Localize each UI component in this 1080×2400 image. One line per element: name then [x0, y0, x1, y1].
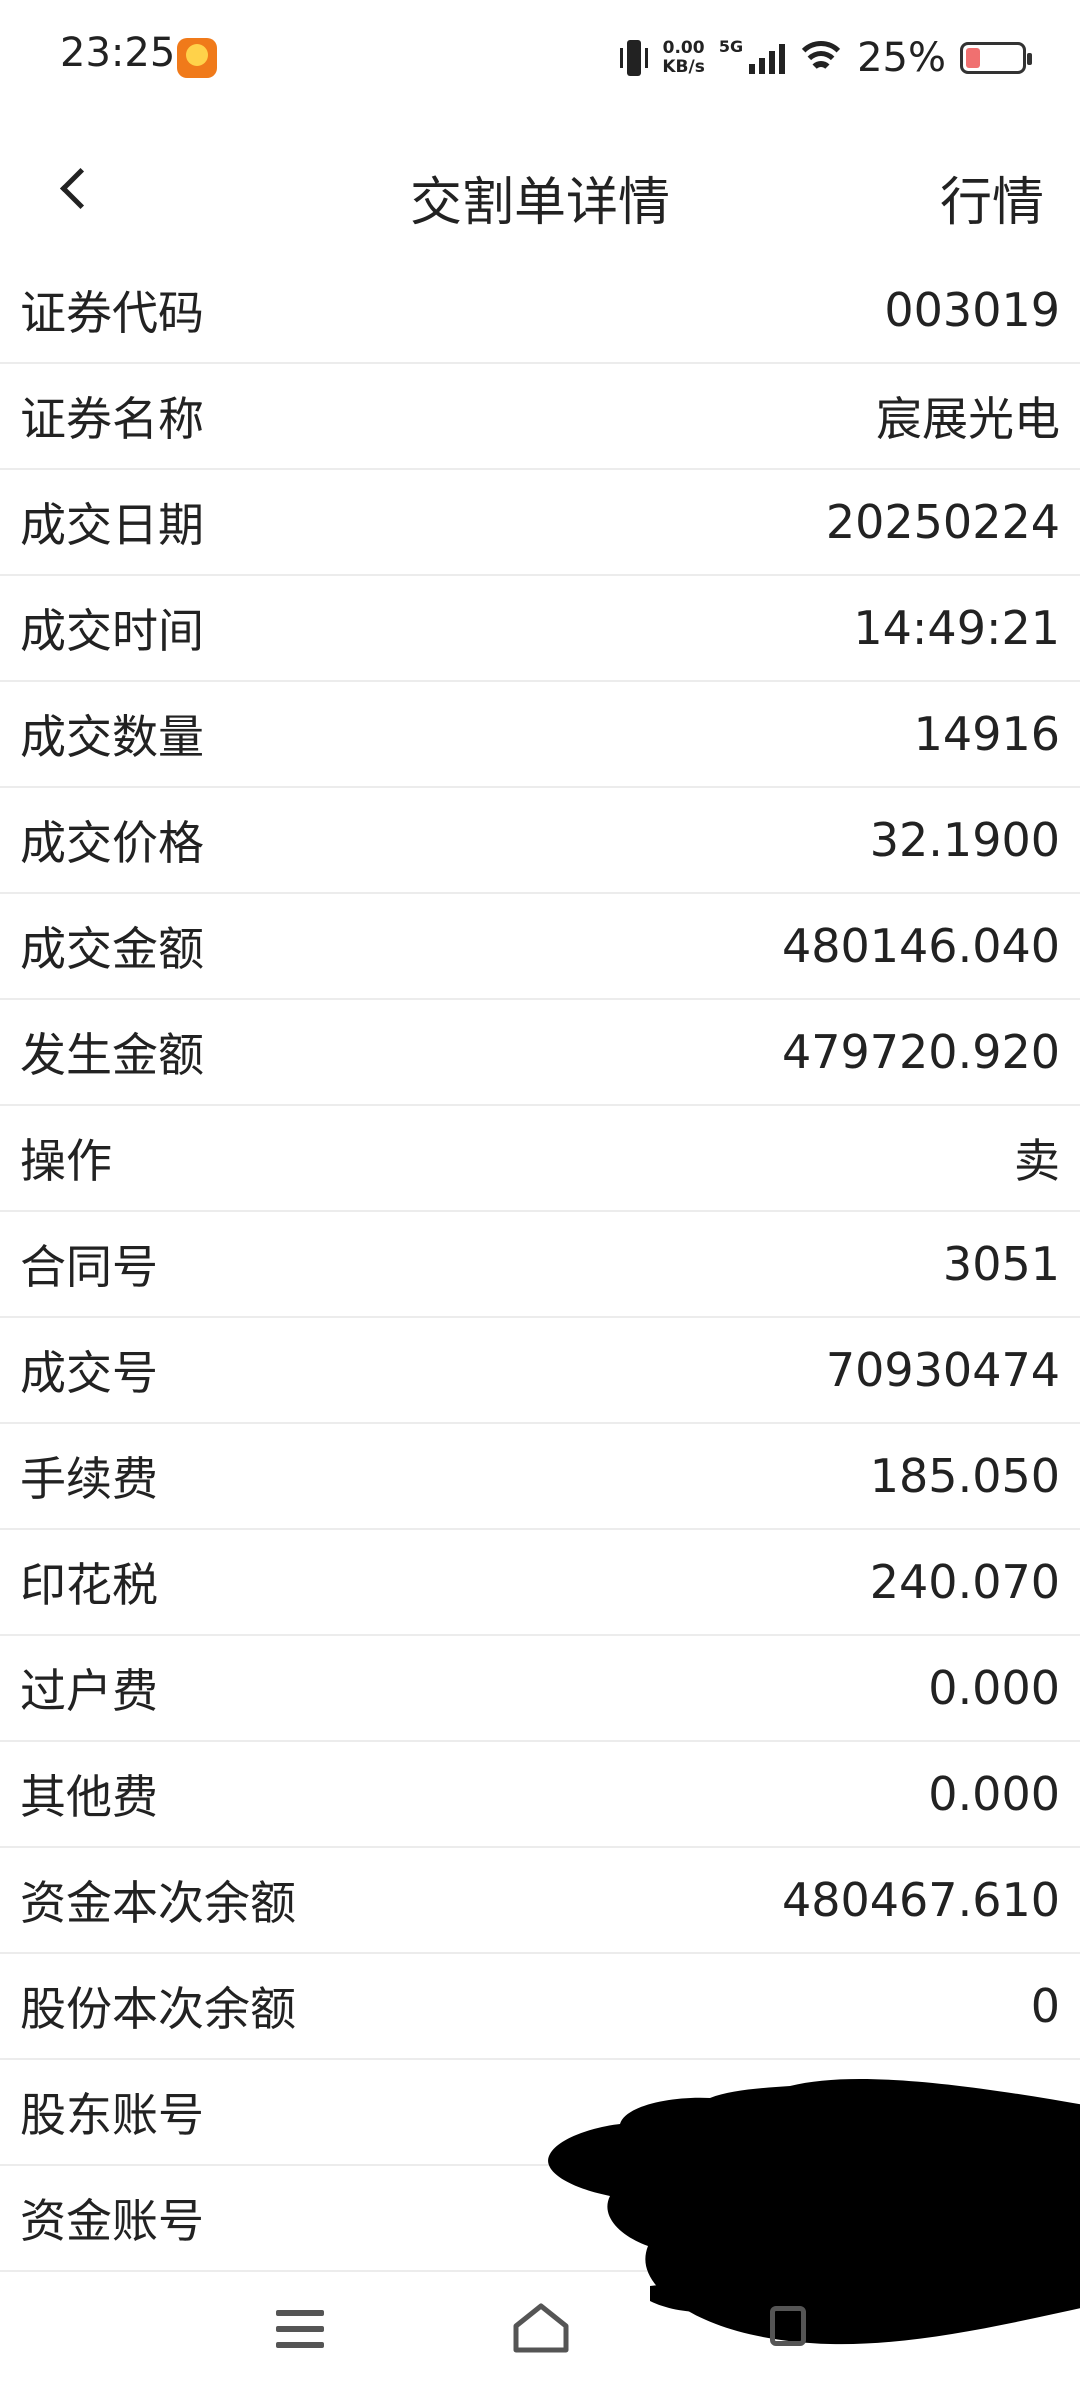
- vibrate-icon: [620, 38, 649, 78]
- detail-row: 其他费 0.000: [0, 1742, 1080, 1848]
- battery-icon: [960, 42, 1032, 74]
- net-speed-unit: KB/s: [662, 57, 705, 77]
- detail-label: 过户费: [20, 1664, 158, 1718]
- detail-value: 0.000: [928, 1767, 1060, 1821]
- battery-fill: [966, 48, 980, 68]
- page-header: 交割单详情 行情: [0, 130, 1080, 250]
- menu-icon[interactable]: [276, 2310, 324, 2350]
- trade-detail-list: 证券代码 003019 证券名称 宸展光电成交日期 20250224 成交时间 14:49:…: [0, 258, 1080, 2272]
- detail-value: 480467.610: [781, 1873, 1060, 1927]
- detail-label: 合同号: [20, 1240, 158, 1294]
- market-quote-link[interactable]: 行情: [940, 160, 1044, 235]
- battery-percent: 25%: [857, 35, 946, 81]
- detail-value: 480146.040: [781, 919, 1060, 973]
- detail-value: 宸展光电: [876, 392, 1060, 446]
- net-speed: 0.00 KB/s: [662, 39, 704, 77]
- detail-row: 合同号 3051: [0, 1212, 1080, 1318]
- detail-value: 185.050: [869, 1449, 1060, 1503]
- detail-value: 卖: [1014, 1134, 1060, 1188]
- detail-label: 成交价格: [20, 816, 204, 870]
- home-icon[interactable]: [510, 2300, 572, 2356]
- detail-value: 14916: [913, 707, 1060, 761]
- detail-value: 003019: [884, 283, 1060, 337]
- detail-label: 操作: [20, 1134, 112, 1188]
- detail-value: 20250224: [825, 495, 1060, 549]
- detail-label: 股东账号: [20, 2088, 204, 2142]
- detail-label: 成交数量: [20, 710, 204, 764]
- detail-label: 其他费: [20, 1770, 158, 1824]
- detail-row: 过户费 0.000: [0, 1636, 1080, 1742]
- app-notification-icon: [177, 38, 217, 78]
- detail-label: 成交金额: [20, 922, 204, 976]
- status-icons: 0.00 KB/s 5G 25%: [620, 28, 1032, 88]
- detail-label: 股份本次余额: [20, 1982, 296, 2036]
- status-bar: 23:25 0.00 KB/s 5G 25%: [0, 0, 1080, 116]
- detail-row: 印花税 240.070: [0, 1530, 1080, 1636]
- detail-value: 32.1900: [869, 813, 1060, 867]
- detail-value: 14:49:21: [853, 601, 1060, 655]
- detail-row: 手续费 185.050: [0, 1424, 1080, 1530]
- detail-label: 成交号: [20, 1346, 158, 1400]
- detail-value: 0.000: [928, 1661, 1060, 1715]
- detail-row: 证券代码 003019: [0, 258, 1080, 364]
- detail-label: 资金本次余额: [20, 1876, 296, 1930]
- detail-value: 3051: [942, 1237, 1060, 1291]
- detail-row: 证券名称 宸展光电: [0, 364, 1080, 470]
- page-title: 交割单详情: [409, 173, 670, 233]
- system-nav-bar: [0, 2270, 1080, 2400]
- detail-label: 发生金额: [20, 1028, 204, 1082]
- network-type: 5G: [718, 36, 744, 56]
- detail-row: 股份本次余额 0: [0, 1954, 1080, 2060]
- detail-label: 成交时间: [20, 604, 204, 658]
- detail-label: 印花税: [20, 1558, 158, 1612]
- detail-row: 成交号 70930474: [0, 1318, 1080, 1424]
- detail-value: 479720.920: [781, 1025, 1060, 1079]
- detail-label: 证券代码: [20, 286, 204, 340]
- detail-row: 成交时间 14:49:21: [0, 576, 1080, 682]
- detail-row: 发生金额 479720.920: [0, 1000, 1080, 1106]
- detail-row: 成交价格 32.1900: [0, 788, 1080, 894]
- signal-icon: [749, 42, 786, 74]
- detail-row: 成交日期 20250224: [0, 470, 1080, 576]
- detail-label: 证券名称: [20, 392, 204, 446]
- recent-apps-icon[interactable]: [770, 2306, 806, 2346]
- detail-row: 成交金额 480146.040: [0, 894, 1080, 1000]
- detail-label: 成交日期: [20, 498, 204, 552]
- detail-label: 资金账号: [20, 2194, 204, 2248]
- net-speed-value: 0.00: [662, 38, 705, 58]
- detail-value: 70930474: [825, 1343, 1060, 1397]
- detail-row: 资金本次余额 480467.610: [0, 1848, 1080, 1954]
- status-time: 23:25: [60, 30, 176, 76]
- wifi-icon: [799, 41, 844, 75]
- detail-row: 成交数量 14916: [0, 682, 1080, 788]
- detail-label: 手续费: [20, 1452, 158, 1506]
- detail-value: 240.070: [869, 1555, 1060, 1609]
- detail-row: 操作 卖: [0, 1106, 1080, 1212]
- detail-value: 0: [1030, 1979, 1060, 2033]
